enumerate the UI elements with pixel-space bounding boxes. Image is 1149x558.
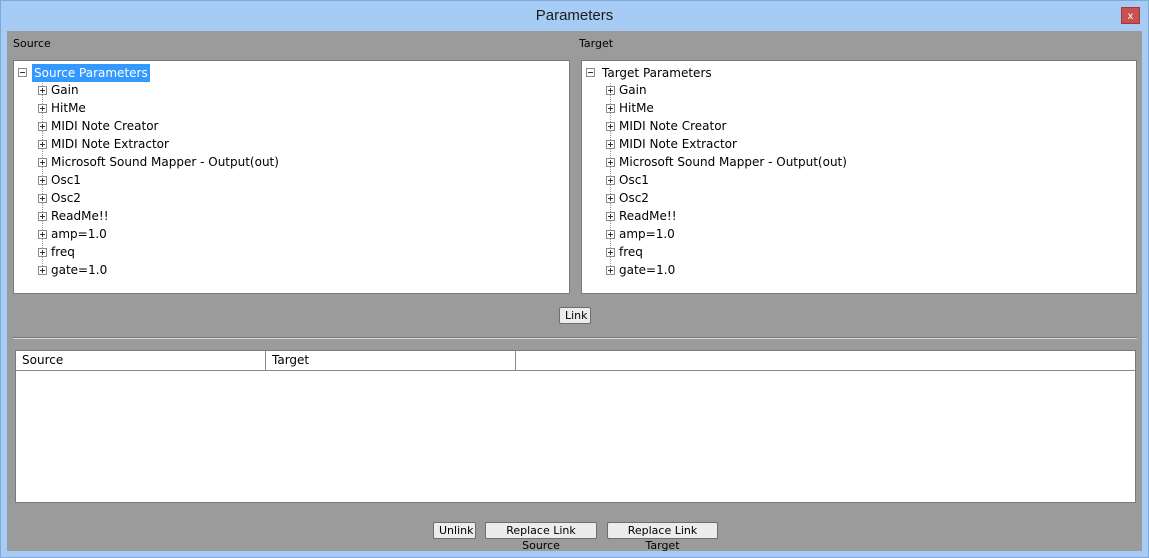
tree-item[interactable]: Osc2 [38,189,279,207]
target-root-label[interactable]: Target Parameters [600,64,714,82]
tree-item[interactable]: amp=1.0 [606,225,847,243]
expand-icon[interactable] [38,248,47,257]
tree-item[interactable]: gate=1.0 [606,261,847,279]
expand-icon[interactable] [606,86,615,95]
separator [13,337,1137,339]
tree-item-label[interactable]: Osc1 [51,173,81,187]
close-icon: x [1127,11,1134,22]
expand-icon[interactable] [38,140,47,149]
title-bar[interactable]: Parameters x [1,1,1148,31]
tree-item-label[interactable]: MIDI Note Creator [51,119,158,133]
tree-item[interactable]: MIDI Note Creator [38,117,279,135]
replace-link-source-button[interactable]: Replace Link Source [485,522,597,552]
target-tree[interactable]: Target Parameters Gain HitMe MIDI Note Cre… [581,60,1137,294]
expand-icon[interactable] [38,266,47,275]
tree-item-label[interactable]: HitMe [51,101,86,115]
expand-icon[interactable] [38,104,47,113]
tree-item-label[interactable]: freq [619,245,643,259]
tree-item[interactable]: Osc2 [606,189,847,207]
collapse-icon[interactable] [586,68,595,77]
tree-item-label[interactable]: freq [51,245,75,259]
source-tree-root[interactable]: Source Parameters [18,63,150,82]
tree-item-label[interactable]: gate=1.0 [51,263,107,277]
tree-item-label[interactable]: ReadMe!! [51,209,109,223]
tree-item-label[interactable]: Osc2 [619,191,649,205]
collapse-icon[interactable] [18,68,27,77]
tree-item-label[interactable]: HitMe [619,101,654,115]
column-header-target[interactable]: Target [266,351,516,370]
expand-icon[interactable] [606,212,615,221]
tree-item-label[interactable]: Osc1 [619,173,649,187]
tree-item[interactable]: HitMe [38,99,279,117]
expand-icon[interactable] [38,86,47,95]
tree-item-label[interactable]: Microsoft Sound Mapper - Output(out) [619,155,847,169]
expand-icon[interactable] [606,122,615,131]
tree-item-label[interactable]: MIDI Note Creator [619,119,726,133]
expand-icon[interactable] [38,212,47,221]
replace-link-target-button[interactable]: Replace Link Target [607,522,718,552]
unlink-button[interactable]: Unlink [433,522,476,539]
tree-item-label[interactable]: Gain [51,83,79,97]
window-title: Parameters [535,7,614,24]
expand-icon[interactable] [606,176,615,185]
tree-item[interactable]: Microsoft Sound Mapper - Output(out) [606,153,847,171]
expand-icon[interactable] [38,176,47,185]
target-section-label: Target [579,37,614,50]
target-tree-items: Gain HitMe MIDI Note Creator MIDI Note Extr… [606,81,847,279]
expand-icon[interactable] [38,122,47,131]
column-header-source[interactable]: Source [16,351,266,370]
expand-icon[interactable] [606,140,615,149]
tree-item[interactable]: gate=1.0 [38,261,279,279]
tree-item-label[interactable]: amp=1.0 [619,227,675,241]
tree-item[interactable]: Gain [38,81,279,99]
expand-icon[interactable] [38,158,47,167]
expand-icon[interactable] [606,266,615,275]
expand-icon[interactable] [606,158,615,167]
tree-item[interactable]: HitMe [606,99,847,117]
tree-item[interactable]: Microsoft Sound Mapper - Output(out) [38,153,279,171]
source-root-label[interactable]: Source Parameters [32,63,150,82]
tree-item[interactable]: ReadMe!! [606,207,847,225]
expand-icon[interactable] [606,104,615,113]
tree-item[interactable]: MIDI Note Extractor [38,135,279,153]
tree-item-label[interactable]: Microsoft Sound Mapper - Output(out) [51,155,279,169]
tree-item[interactable]: freq [606,243,847,261]
tree-item[interactable]: amp=1.0 [38,225,279,243]
source-section-label: Source [13,37,51,50]
link-button[interactable]: Link [559,307,591,324]
links-table[interactable]: Source Target [15,350,1136,503]
parameters-window: Parameters x Source Source Parameters Ga… [0,0,1149,558]
source-tree[interactable]: Source Parameters Gain HitMe MIDI Note Cre… [13,60,570,294]
tree-item-label[interactable]: Osc2 [51,191,81,205]
tree-item[interactable]: ReadMe!! [38,207,279,225]
tree-item-label[interactable]: MIDI Note Extractor [619,137,737,151]
tree-item[interactable]: MIDI Note Creator [606,117,847,135]
expand-icon[interactable] [606,248,615,257]
target-tree-root[interactable]: Target Parameters [586,63,714,81]
tree-item[interactable]: Osc1 [606,171,847,189]
tree-item-label[interactable]: MIDI Note Extractor [51,137,169,151]
tree-item[interactable]: MIDI Note Extractor [606,135,847,153]
tree-item-label[interactable]: amp=1.0 [51,227,107,241]
source-tree-items: Gain HitMe MIDI Note Creator MIDI Note Extr… [38,81,279,279]
client-area: Source Source Parameters Gain HitMe MIDI N… [7,31,1142,552]
expand-icon[interactable] [606,230,615,239]
tree-item[interactable]: Gain [606,81,847,99]
column-header-blank[interactable] [516,351,1135,370]
expand-icon[interactable] [606,194,615,203]
tree-item-label[interactable]: gate=1.0 [619,263,675,277]
tree-item[interactable]: freq [38,243,279,261]
tree-item-label[interactable]: ReadMe!! [619,209,677,223]
table-header: Source Target [16,351,1135,371]
tree-item-label[interactable]: Gain [619,83,647,97]
expand-icon[interactable] [38,230,47,239]
expand-icon[interactable] [38,194,47,203]
close-button[interactable]: x [1121,7,1140,24]
tree-item[interactable]: Osc1 [38,171,279,189]
